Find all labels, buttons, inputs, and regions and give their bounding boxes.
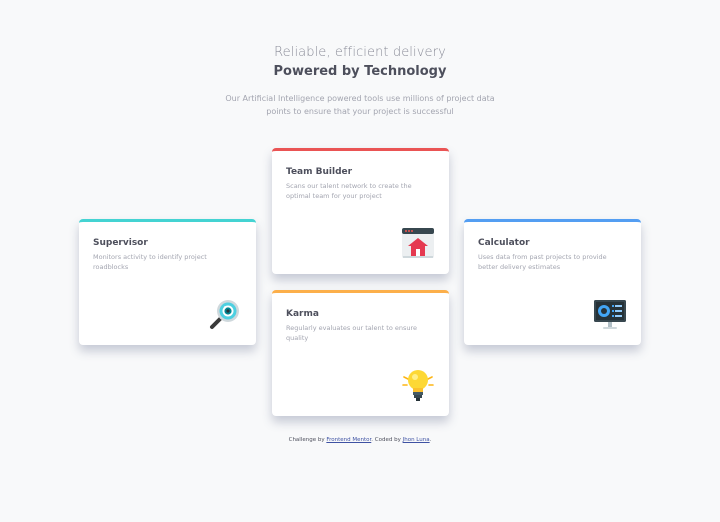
card-description: Scans our talent network to create the o… (286, 182, 412, 200)
card-title: Supervisor (93, 238, 148, 248)
card-karma: Karma Regularly evaluates our talent to … (272, 290, 449, 416)
intro-text: Our Artificial Intelligence powered tool… (225, 94, 495, 116)
team-builder-icon (401, 226, 435, 260)
attribution-suffix: . (429, 437, 432, 443)
attribution-prefix: Challenge by (288, 437, 325, 443)
header-section: Reliable, efficient delivery Powered by … (0, 44, 720, 118)
magnifier-icon (208, 297, 242, 331)
author-link[interactable]: Jhon Luna (403, 437, 430, 443)
card-description: Regularly evaluates our talent to ensure… (286, 324, 418, 342)
card-title: Karma (286, 309, 319, 319)
attribution: Challenge by Frontend Mentor. Coded by J… (0, 437, 720, 443)
card-title: Team Builder (286, 167, 353, 177)
card-supervisor: Supervisor Monitors activity to identify… (79, 219, 256, 345)
card-description: Uses data from past projects to provide … (478, 253, 607, 271)
lightbulb-icon (401, 368, 435, 402)
frontend-mentor-link[interactable]: Frontend Mentor (326, 437, 371, 443)
page-title: Powered by Technology (273, 64, 447, 79)
attribution-middle: . Coded by (371, 437, 401, 443)
tagline: Reliable, efficient delivery (274, 45, 446, 60)
calculator-monitor-icon (593, 297, 627, 331)
card-title: Calculator (478, 238, 530, 248)
card-description: Monitors activity to identify project ro… (93, 253, 207, 271)
card-team-builder: Team Builder Scans our talent network to… (272, 148, 449, 274)
card-calculator: Calculator Uses data from past projects … (464, 219, 641, 345)
